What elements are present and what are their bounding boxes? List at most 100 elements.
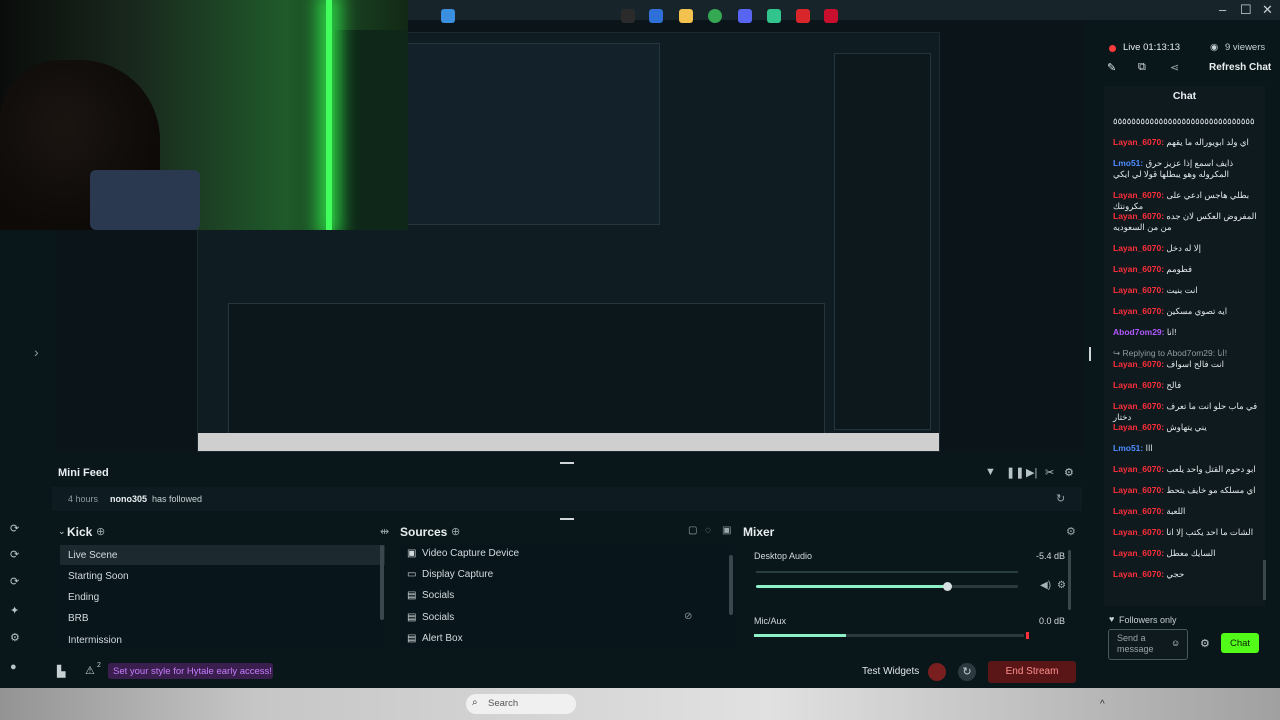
- chrome-icon[interactable]: [708, 9, 722, 23]
- alert-icon[interactable]: ⚠: [85, 664, 95, 677]
- stats-icon[interactable]: ▙: [57, 665, 65, 678]
- chat-username[interactable]: Layan_6070:: [1113, 422, 1166, 432]
- popout-icon[interactable]: ⧉: [1138, 61, 1146, 74]
- scrollbar[interactable]: [380, 545, 384, 620]
- windows-start-icon[interactable]: [441, 9, 455, 23]
- chat-message[interactable]: Layan_6070: المفروض العكس لان جده من من …: [1113, 211, 1263, 233]
- resize-handle-2[interactable]: [560, 518, 574, 520]
- mixer-settings-icon[interactable]: ⚙: [1066, 525, 1076, 538]
- chat-send-button[interactable]: Chat: [1221, 633, 1259, 653]
- chat-username[interactable]: Layan_6070:: [1113, 506, 1166, 516]
- overlay-icon[interactable]: ⟳: [10, 575, 19, 588]
- pause-icon[interactable]: ❚❚: [1006, 466, 1024, 479]
- scene-item[interactable]: Live Scene: [68, 550, 117, 561]
- tray-chevron-icon[interactable]: ^: [1100, 699, 1105, 710]
- widget-icon[interactable]: ⟳: [10, 548, 19, 561]
- source-item[interactable]: Display Capture: [422, 569, 493, 580]
- chat-username[interactable]: Layan_6070:: [1113, 285, 1166, 295]
- app-icon[interactable]: [649, 9, 663, 23]
- audio-settings-icon[interactable]: ⚙: [1057, 580, 1066, 591]
- chat-username[interactable]: Layan_6070:: [1113, 485, 1166, 495]
- chat-message[interactable]: Layan_6070: إلا له دخل: [1113, 243, 1263, 254]
- magic-icon[interactable]: ✦: [10, 604, 19, 617]
- chat-message[interactable]: Layan_6070: حجي: [1113, 569, 1263, 580]
- chat-message[interactable]: Layan_6070: الشات ما احد يكتب إلا انا: [1113, 527, 1263, 538]
- source-visibility-icon[interactable]: ◌: [705, 525, 711, 536]
- chat-username[interactable]: Lmo51:: [1113, 158, 1146, 168]
- chat-message[interactable]: Layan_6070: انت بنيت: [1113, 285, 1263, 296]
- mute-alerts-icon[interactable]: ✂: [1045, 466, 1054, 479]
- chat-message[interactable]: Abod7om29: انا!: [1113, 327, 1263, 338]
- record-button[interactable]: [928, 663, 946, 681]
- chat-message[interactable]: Layan_6070: فالح: [1113, 380, 1263, 391]
- chat-message[interactable]: Layan_6070: فطومم: [1113, 264, 1263, 275]
- source-item[interactable]: Video Capture Device: [422, 548, 519, 559]
- chat-username[interactable]: Layan_6070:: [1113, 359, 1166, 369]
- chat-scrollbar[interactable]: [1263, 560, 1266, 600]
- refresh-icon[interactable]: ↻: [1056, 492, 1065, 505]
- maximize-icon[interactable]: ☐: [1240, 2, 1252, 18]
- chat-username[interactable]: Layan_6070:: [1113, 264, 1166, 274]
- user-icon[interactable]: ●: [10, 661, 17, 673]
- discord-icon[interactable]: [738, 9, 752, 23]
- chat-username[interactable]: Layan_6070:: [1113, 401, 1166, 411]
- scene-item[interactable]: Intermission: [68, 635, 122, 646]
- source-item[interactable]: Socials: [422, 590, 454, 601]
- chat-message[interactable]: Lmo51: ذايف اسمع إذا عزيز حرق المكروله و…: [1113, 158, 1263, 180]
- chat-username[interactable]: Layan_6070:: [1113, 527, 1166, 537]
- hidden-eye-icon[interactable]: ⊘: [684, 611, 692, 622]
- promo-banner[interactable]: Set your style for Hytale early access!: [108, 663, 273, 679]
- settings-side-icon[interactable]: ⚙: [10, 631, 20, 644]
- chat-message[interactable]: Layan_6070: اي ولد ابويوراله ما يقهم: [1113, 137, 1263, 148]
- chat-message[interactable]: Lmo51: ااا: [1113, 443, 1263, 454]
- share-icon[interactable]: ⋖: [1170, 61, 1179, 74]
- chat-username[interactable]: Layan_6070:: [1113, 190, 1166, 200]
- resize-handle[interactable]: [560, 462, 574, 464]
- chat-username[interactable]: Abod7om29:: [1113, 327, 1167, 337]
- chat-message[interactable]: Layan_6070: ايه تصوي مسكين: [1113, 306, 1263, 317]
- streamlabs-icon[interactable]: [767, 9, 781, 23]
- chat-username[interactable]: Layan_6070:: [1113, 306, 1166, 316]
- refresh-chat-button[interactable]: Refresh Chat: [1209, 62, 1271, 73]
- chat-username[interactable]: Layan_6070:: [1113, 464, 1166, 474]
- scrollbar[interactable]: [1068, 550, 1071, 610]
- chat-message[interactable]: ٥٥٥٥٥٥٥٥٥٥٥٥٥٥٥٥٥٥٥٥٥٥٥٥٥٥٥٥٥٥٥: [1113, 116, 1263, 127]
- skip-icon[interactable]: ▶|: [1026, 466, 1037, 479]
- app-red2-icon[interactable]: [824, 9, 838, 23]
- chat-username[interactable]: Layan_6070:: [1113, 548, 1166, 558]
- chat-settings-icon[interactable]: ⚙: [1200, 637, 1210, 650]
- chat-input[interactable]: Send a message ☺: [1108, 629, 1188, 660]
- replay-buffer-button[interactable]: ↻: [958, 663, 976, 681]
- scene-item[interactable]: Starting Soon: [68, 571, 129, 582]
- collapse-icon[interactable]: ⌄: [58, 526, 66, 537]
- scrollbar[interactable]: [729, 555, 733, 615]
- emoji-icon[interactable]: ☺: [1171, 638, 1180, 648]
- close-icon[interactable]: ✕: [1262, 2, 1273, 18]
- chat-username[interactable]: Layan_6070:: [1113, 211, 1166, 221]
- file-explorer-icon[interactable]: [679, 9, 693, 23]
- chat-message[interactable]: Layan_6070: يني يتهاوش: [1113, 422, 1263, 433]
- filter-icon[interactable]: ▼: [985, 466, 996, 478]
- chat-username[interactable]: Lmo51:: [1113, 443, 1146, 453]
- chat-message[interactable]: Layan_6070: اي مسلكه مو خايف يتحط: [1113, 485, 1263, 496]
- source-folder-icon[interactable]: ▢: [688, 525, 697, 536]
- app-red-icon[interactable]: [796, 9, 810, 23]
- test-widgets-label[interactable]: Test Widgets: [862, 666, 919, 677]
- edit-icon[interactable]: ✎: [1107, 61, 1116, 74]
- source-item[interactable]: Socials: [422, 612, 454, 623]
- scene-item[interactable]: Ending: [68, 592, 99, 603]
- chevron-left-icon[interactable]: ›: [34, 344, 39, 360]
- end-stream-button[interactable]: End Stream: [988, 661, 1076, 683]
- chat-message[interactable]: Layan_6070: انت فالح اسواف: [1113, 359, 1263, 370]
- scene-transition-icon[interactable]: ⇹: [380, 525, 389, 538]
- volume-slider-knob[interactable]: [943, 582, 953, 591]
- chat-message[interactable]: Layan_6070: اللعبة: [1113, 506, 1263, 517]
- chat-username[interactable]: Layan_6070:: [1113, 380, 1166, 390]
- chat-message[interactable]: Layan_6070: في ماب حلو انت ما تعرف دختار: [1113, 401, 1263, 423]
- add-source-icon[interactable]: ⊕: [451, 525, 460, 538]
- chat-message[interactable]: Layan_6070: بطلي هاجس ادعي على مكرونتك: [1113, 190, 1263, 212]
- kick-icon[interactable]: ⟳: [10, 522, 19, 535]
- source-item[interactable]: Alert Box: [422, 633, 463, 644]
- scene-item[interactable]: BRB: [68, 613, 89, 624]
- task-view-icon[interactable]: [621, 9, 635, 23]
